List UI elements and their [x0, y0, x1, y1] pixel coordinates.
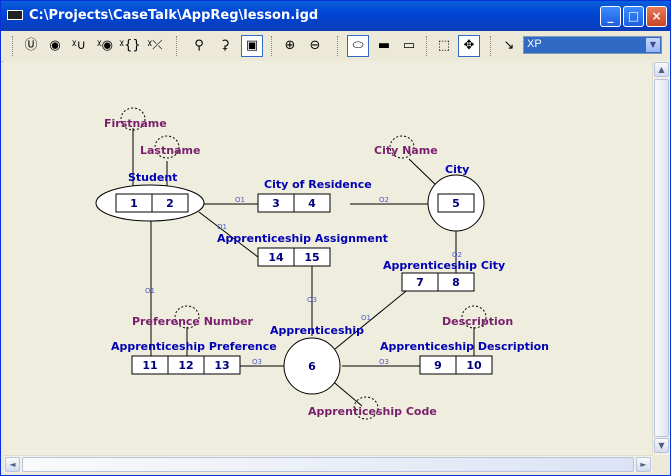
zoom-in-icon[interactable]: ⊕ [279, 35, 301, 57]
style-combo[interactable]: XP ▼ [523, 36, 662, 54]
role-number: 10 [466, 359, 482, 372]
role-number: 8 [452, 276, 460, 289]
chevron-down-icon[interactable]: ▼ [646, 38, 660, 52]
maximize-button[interactable]: □ [623, 6, 644, 27]
role-number: 14 [268, 251, 284, 264]
title-bar[interactable]: C:\Projects\CaseTalk\AppReg\lesson.igd _… [1, 1, 670, 31]
app-icon[interactable] [7, 10, 23, 20]
toolbar-separator [176, 36, 179, 56]
role-number: 6 [308, 360, 316, 373]
zoom-out-icon[interactable]: ⊖ [304, 35, 326, 57]
delete-constraint-icon[interactable]: ᵡ⤫ [144, 35, 166, 57]
select-icon[interactable]: ▣ [241, 35, 263, 57]
toolbar-grip [12, 36, 15, 56]
firstname-label: Firstname [104, 117, 167, 130]
preference-number-label: Preference Number [132, 315, 254, 328]
scroll-up-icon[interactable]: ▲ [654, 62, 669, 77]
equality-icon[interactable]: ᵡ◉ [94, 35, 116, 57]
role-number: 13 [214, 359, 229, 372]
constraint-label: O2 [379, 196, 389, 204]
role-number: 11 [142, 359, 157, 372]
constraint-label: O3 [252, 358, 262, 366]
city-of-residence-label: City of Residence [264, 178, 372, 191]
unlink-icon[interactable]: ⚳ [214, 35, 236, 57]
orm-diagram[interactable]: 1 2 3 4 5 14 15 7 8 11 12 13 6 9 10 O1 O… [4, 61, 652, 455]
description-label: Description [442, 315, 513, 328]
toolbar: Ⓤ ◉ ᵡ∪ ᵡ◉ ᵡ{} ᵡ⤫ ⚲ ⚳ ▣ ⊕ ⊖ ⬭ ▬ ▭ ⬚ ✥ ↘ X… [1, 31, 670, 62]
scroll-left-icon[interactable]: ◄ [5, 457, 20, 472]
role-number: 3 [272, 197, 280, 210]
apprenticeship-preference-label: Apprenticeship Preference [111, 340, 277, 353]
unique-constraint-icon[interactable]: Ⓤ [20, 35, 42, 57]
subset-icon[interactable]: ᵡ∪ [68, 35, 90, 57]
exclusion-icon[interactable]: ᵡ{} [119, 35, 141, 57]
apprenticeship-code-label: Apprenticeship Code [308, 405, 437, 418]
role-number: 7 [416, 276, 424, 289]
constraint-label: O1 [361, 314, 371, 322]
vertical-scroll-thumb[interactable] [654, 79, 669, 437]
constraint-label: O1 [235, 196, 245, 204]
style-combo-value: XP [527, 38, 542, 50]
close-button[interactable]: × [646, 6, 667, 27]
constraint-label: O1 [217, 223, 227, 231]
marquee-icon[interactable]: ⬚ [433, 35, 455, 57]
fact-view-icon[interactable]: ▬ [373, 35, 395, 57]
role-number: 4 [308, 197, 316, 210]
constraint-label: O3 [307, 296, 317, 304]
application-window: C:\Projects\CaseTalk\AppReg\lesson.igd _… [0, 0, 671, 476]
link-icon[interactable]: ⚲ [188, 35, 210, 57]
minimize-button[interactable]: _ [600, 6, 621, 27]
role-number: 5 [452, 197, 460, 210]
scroll-down-icon[interactable]: ▼ [654, 438, 669, 453]
role-number: 12 [178, 359, 193, 372]
arrange-icon[interactable]: ↘ [498, 35, 520, 57]
toolbar-separator [337, 36, 340, 56]
diagram-canvas[interactable]: 1 2 3 4 5 14 15 7 8 11 12 13 6 9 10 O1 O… [4, 61, 652, 455]
size-grip[interactable] [652, 455, 669, 472]
apprenticeship-city-label: Apprenticeship City [383, 259, 505, 272]
total-role-icon[interactable]: ◉ [44, 35, 66, 57]
toolbar-separator [426, 36, 429, 56]
role-number: 15 [304, 251, 319, 264]
apprenticeship-assignment-label: Apprenticeship Assignment [217, 232, 388, 245]
scroll-right-icon[interactable]: ► [636, 457, 651, 472]
horizontal-scrollbar[interactable]: ◄ ► [4, 455, 652, 473]
object-view-icon[interactable]: ⬭ [347, 35, 369, 57]
student-label: Student [128, 171, 177, 184]
apprenticeship-label: Apprenticeship [270, 324, 364, 337]
constraint-label: O2 [452, 251, 462, 259]
window-title: C:\Projects\CaseTalk\AppReg\lesson.igd [29, 8, 319, 23]
role-number: 9 [434, 359, 442, 372]
vertical-scrollbar[interactable]: ▲ ▼ [652, 61, 670, 455]
apprenticeship-description-label: Apprenticeship Description [380, 340, 549, 353]
horizontal-scroll-thumb[interactable] [22, 457, 634, 472]
constraint-label: O1 [145, 287, 155, 295]
lastname-label: Lastname [140, 144, 200, 157]
city-label: City [445, 163, 469, 176]
city-name-label: City Name [374, 144, 438, 157]
role-number: 2 [166, 197, 174, 210]
toolbar-separator [490, 36, 493, 56]
toolbar-separator [271, 36, 274, 56]
pan-icon[interactable]: ✥ [458, 35, 480, 57]
constraint-label: O3 [379, 358, 389, 366]
role-view-icon[interactable]: ▭ [398, 35, 420, 57]
role-number: 1 [130, 197, 138, 210]
